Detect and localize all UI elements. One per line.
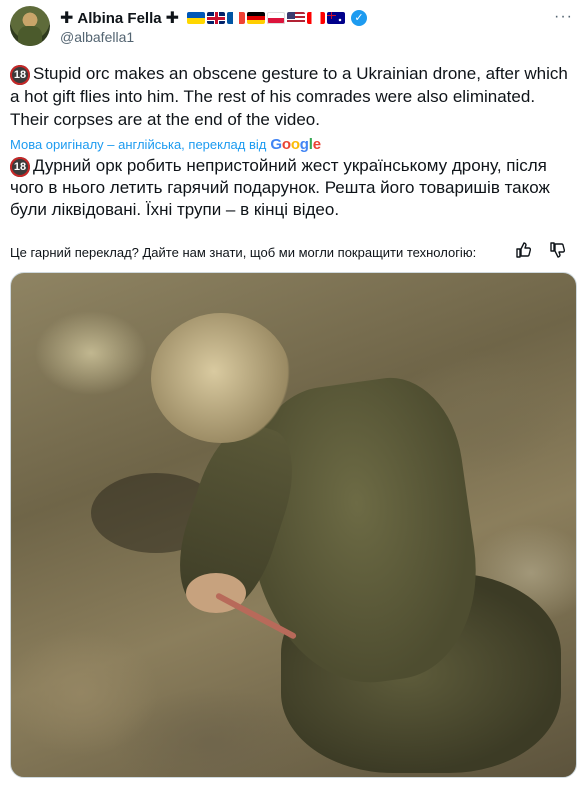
thumbs-down-icon[interactable]	[549, 242, 566, 262]
cross-icon: ✚	[165, 10, 179, 27]
tweet-text-original: 18 Stupid orc makes an obscene gesture to…	[10, 62, 570, 131]
feedback-question: Це гарний переклад? Дайте нам знати, щоб…	[10, 244, 477, 260]
france-flag-icon	[227, 12, 245, 24]
age-restriction-badge: 18	[10, 65, 30, 85]
australia-flag-icon	[327, 12, 345, 24]
author-handle[interactable]: @albafella1	[60, 29, 134, 45]
uk-flag-icon	[207, 12, 225, 24]
thumbs-up-icon[interactable]	[515, 242, 532, 262]
age-restriction-badge: 18	[10, 157, 30, 177]
germany-flag-icon	[247, 12, 265, 24]
google-logo: Google	[270, 136, 321, 153]
ukraine-flag-icon	[187, 12, 205, 24]
tweet-text-en: Stupid orc makes an obscene gesture to a…	[10, 64, 568, 129]
cross-icon: ✚	[60, 10, 74, 27]
translation-feedback: Це гарний переклад? Дайте нам знати, щоб…	[10, 242, 577, 262]
video-media[interactable]	[10, 272, 577, 778]
translated-by-label[interactable]: Мова оригіналу – англійська, переклад ві…	[10, 137, 266, 152]
tweet-text-uk: Дурний орк робить непристойний жест укра…	[10, 156, 550, 219]
verified-check-icon: ✓	[351, 10, 367, 26]
more-icon[interactable]: ···	[554, 8, 573, 26]
media-figure-head	[151, 313, 291, 443]
tweet-header: ✚ Albina Fella ✚ ✓ @albafella1 ···	[10, 6, 577, 50]
usa-flag-icon	[287, 12, 305, 24]
translation-attribution[interactable]: Мова оригіналу – англійська, переклад ві…	[10, 136, 321, 153]
display-name[interactable]: Albina Fella	[77, 10, 161, 27]
canada-flag-icon	[307, 12, 325, 24]
author-name-row[interactable]: ✚ Albina Fella ✚ ✓	[60, 8, 367, 28]
flags-row	[187, 12, 345, 24]
tweet-text-translated: 18 Дурний орк робить непристойний жест ук…	[10, 155, 575, 221]
poland-flag-icon	[267, 12, 285, 24]
avatar[interactable]	[10, 6, 50, 46]
